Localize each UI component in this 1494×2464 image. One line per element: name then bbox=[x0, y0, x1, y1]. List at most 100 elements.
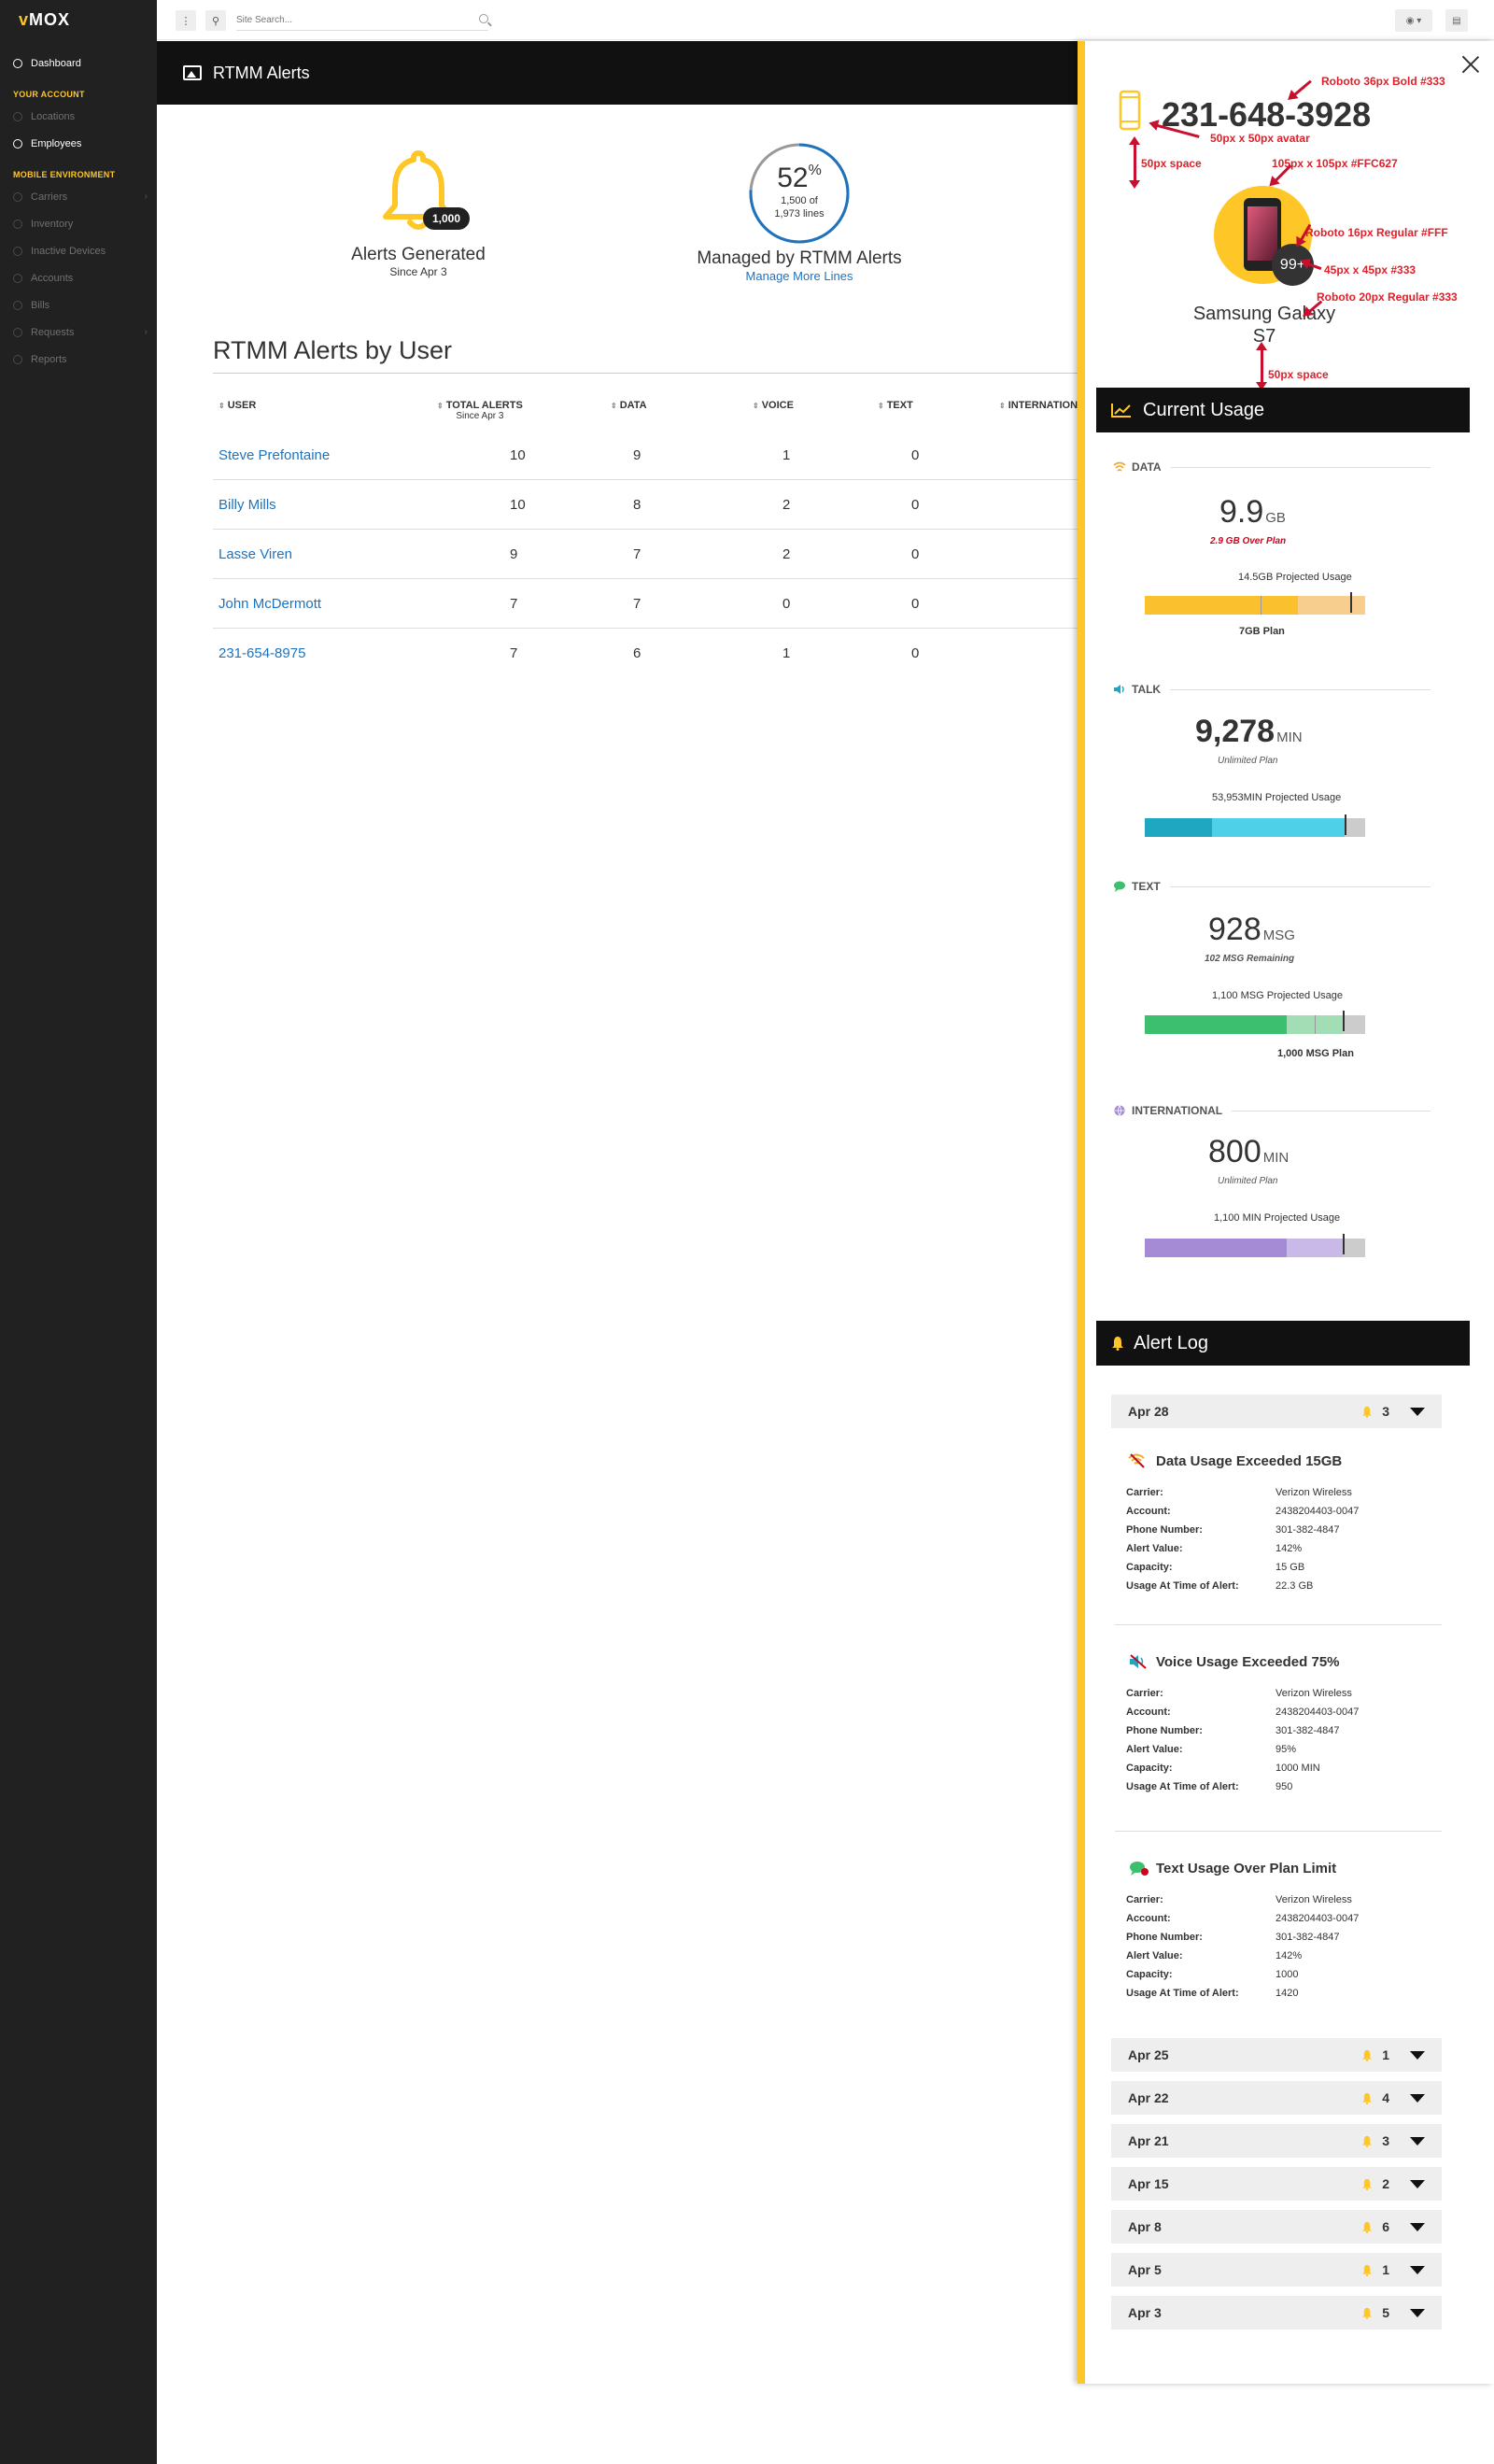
pin-icon: ⚲ bbox=[211, 15, 220, 27]
search-icon[interactable] bbox=[479, 14, 488, 23]
reports-icon bbox=[13, 354, 22, 364]
talk-usage-bar bbox=[1145, 818, 1365, 837]
field-value: 22.3 GB bbox=[1276, 1580, 1314, 1592]
field-label: Alert Value: bbox=[1126, 1543, 1183, 1554]
cell-data: 7 bbox=[633, 596, 641, 612]
sidebar-item-locations[interactable]: Locations bbox=[0, 103, 157, 130]
bell-icon bbox=[1362, 2264, 1373, 2276]
col-header-voice[interactable]: ⇕ VOICE bbox=[753, 400, 794, 411]
sidebar-item-label: Carriers bbox=[31, 191, 68, 203]
manage-more-lines-link[interactable]: Manage More Lines bbox=[682, 269, 917, 283]
col-header-total[interactable]: ⇕ TOTAL ALERTS Since Apr 3 bbox=[437, 400, 523, 421]
inactive-devices-icon bbox=[13, 246, 22, 256]
text-current-fill bbox=[1145, 1015, 1287, 1034]
cell-text: 0 bbox=[911, 596, 920, 612]
field-label: Phone Number: bbox=[1126, 1725, 1203, 1736]
field-label: Carrier: bbox=[1126, 1688, 1163, 1699]
bell-icon bbox=[1362, 2221, 1373, 2233]
field-label: Account: bbox=[1126, 1913, 1171, 1924]
annotation: Roboto 16px Regular #FFF bbox=[1305, 226, 1448, 239]
user-link[interactable]: Steve Prefontaine bbox=[218, 447, 330, 463]
user-link[interactable]: Billy Mills bbox=[218, 497, 276, 513]
user-link[interactable]: 231-654-8975 bbox=[218, 645, 305, 661]
annotation-arrow bbox=[1256, 342, 1267, 390]
sidebar-item-label: Locations bbox=[31, 110, 76, 122]
current-usage-title: Current Usage bbox=[1143, 399, 1265, 420]
field-value: Verizon Wireless bbox=[1276, 1688, 1352, 1699]
user-link[interactable]: Lasse Viren bbox=[218, 546, 292, 562]
sidebar-item-carriers[interactable]: Carriers › bbox=[0, 183, 157, 210]
col-header-user[interactable]: ⇕ USER bbox=[218, 400, 256, 411]
dashboard-icon bbox=[13, 58, 22, 68]
sidebar-item-label: Requests bbox=[31, 326, 75, 338]
sidebar-section-mobile: MOBILE ENVIRONMENT bbox=[13, 170, 116, 179]
bell-icon bbox=[1362, 2092, 1373, 2104]
page-title: RTMM Alerts bbox=[213, 63, 310, 82]
alert-day-row[interactable]: Apr 3 5 bbox=[1111, 2296, 1442, 2329]
sidebar-item-accounts[interactable]: Accounts bbox=[0, 264, 157, 291]
alert-day-date: Apr 28 bbox=[1128, 1404, 1169, 1419]
cell-data: 6 bbox=[633, 645, 641, 661]
sidebar-item-dashboard[interactable]: Dashboard bbox=[0, 50, 157, 77]
pin-button[interactable]: ⚲ bbox=[205, 10, 226, 31]
notes-button[interactable]: ▤ bbox=[1445, 9, 1468, 32]
sidebar-item-employees[interactable]: Employees bbox=[0, 130, 157, 157]
vmox-logo[interactable]: v MOX bbox=[0, 0, 157, 39]
alert-day-row-open[interactable]: Apr 28 3 bbox=[1111, 1395, 1442, 1428]
alert-day-count: 3 bbox=[1382, 2133, 1389, 2148]
alert-day-row[interactable]: Apr 8 6 bbox=[1111, 2210, 1442, 2244]
alert-day-row[interactable]: Apr 15 2 bbox=[1111, 2167, 1442, 2201]
sidebar-item-bills[interactable]: Bills bbox=[0, 291, 157, 319]
search-input[interactable] bbox=[236, 15, 460, 25]
field-label: Carrier: bbox=[1126, 1487, 1163, 1498]
drawer-accent-bar bbox=[1078, 41, 1085, 2384]
user-link[interactable]: John McDermott bbox=[218, 596, 321, 612]
field-value: 2438204403-0047 bbox=[1276, 1506, 1360, 1517]
chevron-right-icon: › bbox=[144, 327, 148, 337]
alert-day-row[interactable]: Apr 22 4 bbox=[1111, 2081, 1442, 2115]
close-icon[interactable] bbox=[1460, 54, 1481, 75]
alert-day-count: 3 bbox=[1382, 1404, 1389, 1419]
alert-log-header: Alert Log bbox=[1096, 1321, 1470, 1366]
alert-day-date: Apr 5 bbox=[1128, 2262, 1162, 2277]
sidebar-item-label: Bills bbox=[31, 299, 50, 311]
projected-marker bbox=[1343, 1011, 1345, 1031]
caret-down-icon bbox=[1410, 2179, 1425, 2188]
col-header-text[interactable]: ⇕ TEXT bbox=[878, 400, 913, 411]
field-label: Capacity: bbox=[1126, 1562, 1173, 1573]
annotation: 45px x 45px #333 bbox=[1324, 263, 1416, 276]
field-label: Usage At Time of Alert: bbox=[1126, 1580, 1239, 1592]
alert-day-row[interactable]: Apr 25 1 bbox=[1111, 2038, 1442, 2072]
sidebar-item-requests[interactable]: Requests › bbox=[0, 319, 157, 346]
alert-day-row[interactable]: Apr 21 3 bbox=[1111, 2124, 1442, 2158]
text-plan-label: 1,000 MSG Plan bbox=[1277, 1048, 1354, 1059]
talk-usage-value: 9,278 MIN bbox=[1195, 714, 1303, 749]
alert-day-row[interactable]: Apr 5 1 bbox=[1111, 2253, 1442, 2287]
col-header-international[interactable]: ⇕ INTERNATION bbox=[999, 400, 1078, 411]
annotation: 50px space bbox=[1141, 157, 1202, 170]
data-projected-label: 14.5GB Projected Usage bbox=[1238, 572, 1352, 583]
globe-icon bbox=[1114, 1105, 1125, 1116]
bills-icon bbox=[13, 300, 22, 310]
data-usage-value: 9.9 GB bbox=[1219, 494, 1286, 530]
field-label: Carrier: bbox=[1126, 1894, 1163, 1905]
field-label: Phone Number: bbox=[1126, 1932, 1203, 1943]
sort-icon: ⇕ bbox=[437, 402, 444, 410]
inventory-icon bbox=[13, 219, 22, 229]
field-label: Capacity: bbox=[1126, 1969, 1173, 1980]
sidebar-item-inactive-devices[interactable]: Inactive Devices bbox=[0, 237, 157, 264]
alert-day-date: Apr 15 bbox=[1128, 2176, 1169, 2191]
speaker-alert-icon bbox=[1130, 1654, 1147, 1669]
table-row: 231-654-8975 7 6 1 0 bbox=[213, 629, 1081, 678]
caret-down-icon bbox=[1410, 2222, 1425, 2231]
topbar: ⋮ ⚲ ◉ ▾ ▤ bbox=[157, 0, 1494, 40]
sidebar-item-reports[interactable]: Reports bbox=[0, 346, 157, 373]
managed-percent: 52 bbox=[777, 163, 809, 193]
alert-day-count: 1 bbox=[1382, 2262, 1389, 2277]
chat-alert-icon bbox=[1130, 1862, 1149, 1876]
col-header-data[interactable]: ⇕ DATA bbox=[611, 400, 647, 411]
user-menu-button[interactable]: ◉ ▾ bbox=[1395, 9, 1432, 32]
current-usage-header: Current Usage bbox=[1096, 388, 1470, 432]
sidebar-item-inventory[interactable]: Inventory bbox=[0, 210, 157, 237]
menu-toggle-button[interactable]: ⋮ bbox=[176, 10, 196, 31]
